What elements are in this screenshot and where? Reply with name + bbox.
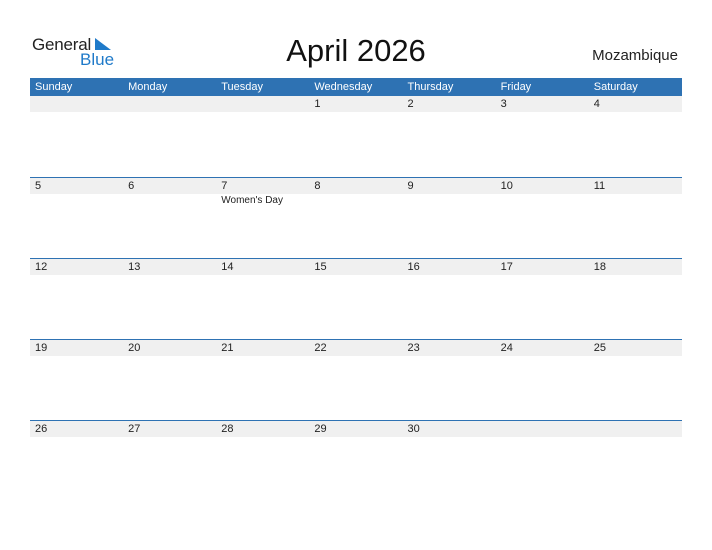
week-row: 19 20 21 22 23 24 25 <box>30 339 682 420</box>
day-number: 16 <box>407 261 420 273</box>
day-number: 15 <box>314 261 327 273</box>
weekday-tuesday: Tuesday <box>221 81 264 93</box>
day-number: 24 <box>500 342 513 354</box>
weekday-saturday: Saturday <box>593 81 638 93</box>
day-number: 29 <box>314 423 327 435</box>
day-number <box>123 96 216 112</box>
day-number <box>216 96 309 112</box>
calendar-grid: Sunday Monday Tuesday Wednesday Thursday… <box>30 78 682 501</box>
weekday-friday: Friday <box>500 81 532 93</box>
day-event: Women's Day <box>221 195 283 206</box>
day-event <box>30 194 123 208</box>
day-number: 30 <box>407 423 420 435</box>
day-number: 10 <box>500 180 513 192</box>
day-number-row: 12 13 14 15 16 17 18 <box>30 258 682 275</box>
day-number-row: 1 2 3 4 <box>30 96 682 112</box>
day-number: 7 <box>221 180 228 192</box>
day-event <box>123 194 216 208</box>
day-number: 21 <box>221 342 234 354</box>
day-number: 25 <box>593 342 606 354</box>
day-event <box>403 194 496 208</box>
week-row: 26 27 28 29 30 <box>30 420 682 501</box>
day-number: 23 <box>407 342 420 354</box>
weekday-header: Sunday Monday Tuesday Wednesday Thursday… <box>30 78 682 96</box>
day-number: 4 <box>593 98 600 110</box>
country-label: Mozambique <box>592 47 678 64</box>
day-number: 19 <box>35 342 48 354</box>
day-number: 5 <box>35 180 42 192</box>
weekday-wednesday: Wednesday <box>314 81 373 93</box>
day-number: 27 <box>128 423 141 435</box>
weekday-sunday: Sunday <box>35 81 73 93</box>
day-number: 20 <box>128 342 141 354</box>
day-number: 11 <box>593 180 606 192</box>
week-row: 5 6 7 8 9 10 11 Women's Day <box>30 177 682 258</box>
day-number: 3 <box>500 98 507 110</box>
day-number: 9 <box>407 180 414 192</box>
weeks-container: 1 2 3 4 5 6 7 8 9 10 11 Women's Day 12 13 14 15 16 17 18 19… <box>30 96 682 501</box>
day-number: 18 <box>593 261 606 273</box>
week-row: 12 13 14 15 16 17 18 <box>30 258 682 339</box>
day-number-row: 26 27 28 29 30 <box>30 420 682 437</box>
day-event <box>496 194 589 208</box>
day-event <box>589 194 682 208</box>
day-number: 2 <box>407 98 414 110</box>
day-number: 14 <box>221 261 234 273</box>
day-number: 22 <box>314 342 327 354</box>
day-number <box>496 421 589 437</box>
day-number-row: 5 6 7 8 9 10 11 <box>30 177 682 194</box>
day-number: 26 <box>35 423 48 435</box>
day-number: 8 <box>314 180 321 192</box>
day-number: 17 <box>500 261 513 273</box>
week-row: 1 2 3 4 <box>30 96 682 177</box>
day-number <box>30 96 123 112</box>
weekday-monday: Monday <box>128 81 168 93</box>
weekday-thursday: Thursday <box>407 81 454 93</box>
day-number: 28 <box>221 423 234 435</box>
day-number: 12 <box>35 261 48 273</box>
day-number: 1 <box>314 98 321 110</box>
day-number-row: 19 20 21 22 23 24 25 <box>30 339 682 356</box>
day-number: 6 <box>128 180 135 192</box>
day-event <box>309 194 402 208</box>
day-number: 13 <box>128 261 141 273</box>
day-number <box>589 421 682 437</box>
event-row: Women's Day <box>30 194 682 208</box>
